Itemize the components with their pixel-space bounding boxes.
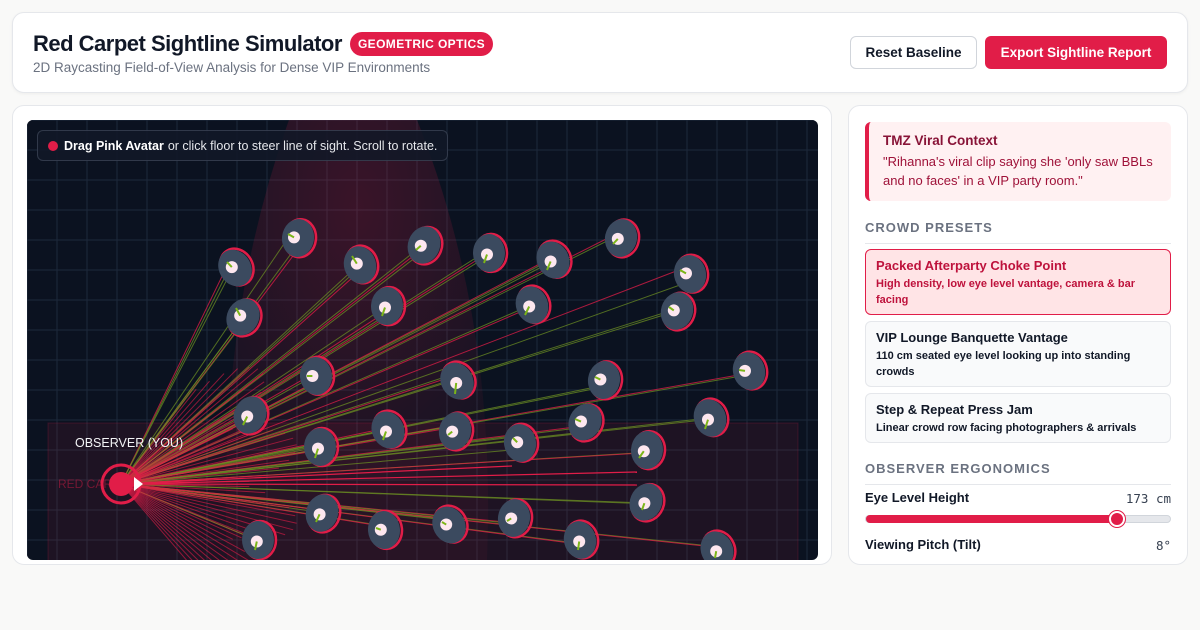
crowd-person[interactable]	[671, 252, 712, 296]
reset-baseline-button[interactable]: Reset Baseline	[850, 36, 977, 69]
preset-name: VIP Lounge Banquette Vantage	[876, 330, 1068, 345]
preset-vip-lounge[interactable]: VIP Lounge Banquette Vantage 110 cm seat…	[865, 321, 1171, 387]
viral-context-card: TMZ Viral Context "Rihanna's viral clip …	[865, 122, 1171, 201]
interaction-hint: Drag Pink Avatar or click floor to steer…	[37, 130, 449, 161]
crowd-person[interactable]	[510, 281, 555, 328]
crowd-presets-heading: CROWD PRESETS	[865, 220, 1171, 244]
page-title: Red Carpet Sightline Simulator	[33, 31, 342, 56]
crowd-person[interactable]	[656, 288, 700, 334]
observer-ergonomics-heading: OBSERVER ERGONOMICS	[865, 461, 1171, 485]
export-report-button[interactable]: Export Sightline Report	[985, 36, 1167, 69]
preset-packed-afterparty[interactable]: Packed Afterparty Choke Point High densi…	[865, 249, 1171, 315]
pitch-label: Viewing Pitch (Tilt)	[865, 537, 981, 552]
observer-label: OBSERVER (YOU)	[75, 436, 183, 450]
control-panel: TMZ Viral Context "Rihanna's viral clip …	[848, 105, 1188, 565]
context-quote: "Rihanna's viral clip saying she 'only s…	[883, 154, 1153, 188]
sightline-svg[interactable]: RED CARPET OBSERVER (YOU)	[27, 120, 818, 560]
crowd-person[interactable]	[530, 235, 577, 284]
app-header: Red Carpet Sightline Simulator GEOMETRIC…	[12, 12, 1188, 93]
crowd-person[interactable]	[242, 519, 278, 560]
eye-level-thumb[interactable]	[1108, 511, 1125, 527]
preset-desc: 110 cm seated eye level looking up into …	[876, 350, 1131, 378]
page-subtitle: 2D Raycasting Field-of-View Analysis for…	[33, 60, 431, 75]
preset-desc: High density, low eye level vantage, cam…	[876, 278, 1136, 306]
crowd-person[interactable]	[586, 359, 625, 401]
sightline-canvas[interactable]: RED CARPET OBSERVER (YOU) Drag Pink Avat…	[27, 120, 818, 560]
eye-level-slider[interactable]	[865, 511, 1171, 527]
preset-step-repeat[interactable]: Step & Repeat Press Jam Linear crowd row…	[865, 393, 1171, 443]
pitch-value: 8°	[1155, 538, 1171, 553]
eye-level-fill	[866, 515, 1117, 523]
context-title: TMZ Viral Context	[883, 133, 998, 148]
crowd-person[interactable]	[601, 216, 642, 260]
eye-level-value: 173 cm	[1125, 491, 1171, 506]
crowd-person[interactable]	[303, 426, 340, 468]
eye-level-label: Eye Level Height	[865, 490, 970, 505]
simulation-panel: RED CARPET OBSERVER (YOU) Drag Pink Avat…	[12, 105, 832, 565]
preset-desc: Linear crowd row facing photographers & …	[876, 422, 1137, 434]
preset-name: Packed Afterparty Choke Point	[876, 258, 1067, 273]
hint-dot-icon	[48, 141, 58, 151]
field-of-view-cone	[225, 120, 489, 560]
crowd-person[interactable]	[729, 348, 772, 394]
hint-bold-text: Drag Pink Avatar	[64, 138, 164, 153]
title-row: Red Carpet Sightline Simulator GEOMETRIC…	[33, 31, 494, 57]
preset-name: Step & Repeat Press Jam	[876, 402, 1033, 417]
crowd-person[interactable]	[472, 232, 509, 274]
hint-text: or click floor to steer line of sight. S…	[167, 138, 438, 153]
category-badge: GEOMETRIC OPTICS	[349, 32, 494, 56]
